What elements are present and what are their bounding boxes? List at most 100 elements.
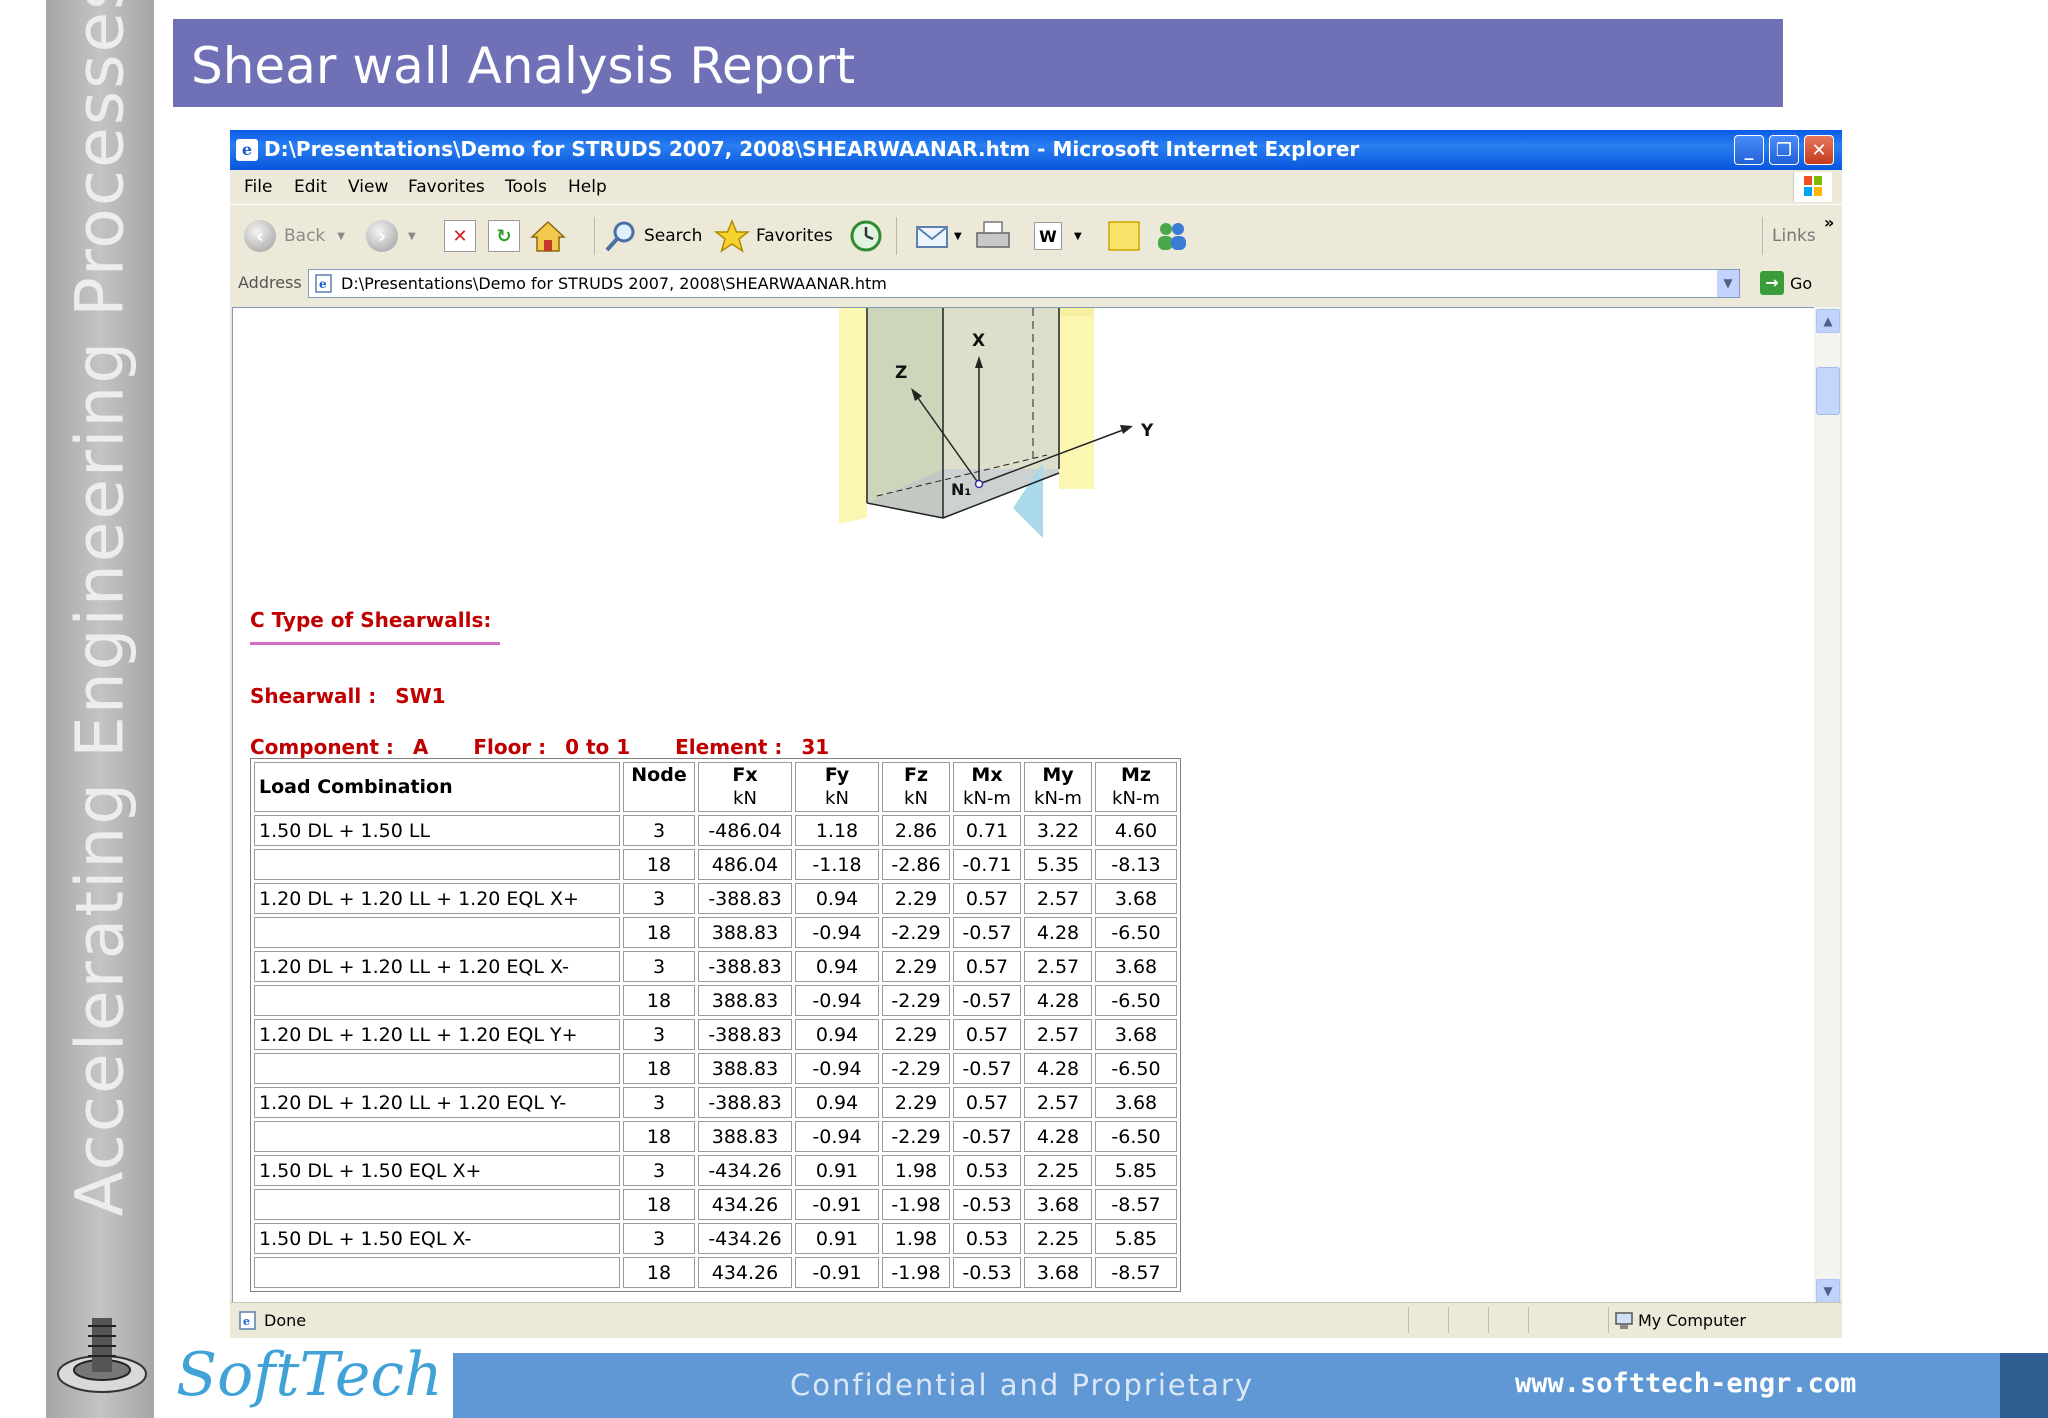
address-label: Address xyxy=(238,273,302,292)
home-button[interactable] xyxy=(530,219,566,253)
refresh-button[interactable]: ↻ xyxy=(488,219,520,253)
table-cell: -0.57 xyxy=(953,985,1021,1016)
table-cell: 1.50 DL + 1.50 EQL X- xyxy=(254,1223,620,1254)
table-cell: -388.83 xyxy=(698,1087,792,1118)
address-input[interactable]: e D:\Presentations\Demo for STRUDS 2007,… xyxy=(308,269,1740,298)
home-icon xyxy=(530,220,566,252)
table-cell: 1.20 DL + 1.20 LL + 1.20 EQL X- xyxy=(254,951,620,982)
shearwall-label: Shearwall : xyxy=(250,684,377,708)
axis-y-label: Y xyxy=(1140,421,1154,441)
axis-z-label: Z xyxy=(895,363,907,383)
table-cell: 0.53 xyxy=(953,1155,1021,1186)
restore-button[interactable]: ❐ xyxy=(1769,135,1799,165)
col-header-my: My kN-m xyxy=(1024,762,1092,812)
table-row: 18 388.83 -0.94 -2.29 -0.57 4.28 -6.50 xyxy=(254,985,1177,1016)
table-cell: 3.68 xyxy=(1095,1087,1177,1118)
col-header-mx-unit: kN-m xyxy=(963,788,1011,809)
table-cell: 0.53 xyxy=(953,1223,1021,1254)
discuss-button[interactable] xyxy=(1106,219,1142,253)
col-header-node-name: Node xyxy=(631,764,687,786)
table-cell: -486.04 xyxy=(698,815,792,846)
menu-file[interactable]: File xyxy=(244,177,272,197)
table-cell: 3 xyxy=(623,951,695,982)
table-cell: 388.83 xyxy=(698,985,792,1016)
mail-icon xyxy=(916,226,948,248)
chevron-right-icon[interactable]: » xyxy=(1824,205,1834,239)
table-cell: -8.13 xyxy=(1095,849,1177,880)
floor-label: Floor : xyxy=(473,735,547,759)
favorites-button[interactable]: Favorites xyxy=(714,219,833,253)
address-dropdown-icon[interactable]: ▼ xyxy=(1717,270,1739,297)
scroll-down-icon[interactable]: ▼ xyxy=(1816,1279,1840,1303)
menu-tools[interactable]: Tools xyxy=(505,177,547,197)
table-cell: -0.94 xyxy=(795,917,879,948)
back-button[interactable]: ‹ Back ▼ xyxy=(244,219,345,253)
col-header-my-name: My xyxy=(1042,764,1074,786)
table-cell: 2.57 xyxy=(1024,1019,1092,1050)
mail-dropdown-icon[interactable]: ▼ xyxy=(954,231,962,242)
table-row: 18 388.83 -0.94 -2.29 -0.57 4.28 -6.50 xyxy=(254,917,1177,948)
print-button[interactable] xyxy=(974,219,1012,253)
table-cell: 388.83 xyxy=(698,1053,792,1084)
table-cell: -0.53 xyxy=(953,1189,1021,1220)
col-header-fy-name: Fy xyxy=(824,764,850,786)
history-button[interactable] xyxy=(848,219,884,253)
table-cell: 5.85 xyxy=(1095,1223,1177,1254)
table-cell: -0.94 xyxy=(795,1053,879,1084)
element-value: 31 xyxy=(801,735,830,759)
history-icon xyxy=(850,220,882,252)
table-cell: -0.57 xyxy=(953,917,1021,948)
table-cell xyxy=(254,1053,620,1084)
vertical-scrollbar[interactable]: ▲ ▼ xyxy=(1814,307,1840,1303)
menu-bar: File Edit View Favorites Tools Help xyxy=(230,170,1842,204)
component-label: Component : xyxy=(250,735,394,759)
edit-dropdown-icon[interactable]: ▼ xyxy=(1074,231,1082,242)
table-cell: 388.83 xyxy=(698,917,792,948)
search-button[interactable]: Search xyxy=(604,219,702,253)
links-label[interactable]: Links xyxy=(1772,219,1816,253)
table-cell xyxy=(254,985,620,1016)
floor-value: 0 to 1 xyxy=(565,735,631,759)
table-cell: 3 xyxy=(623,1155,695,1186)
table-row: 1.50 DL + 1.50 LL 3 -486.04 1.18 2.86 0.71 3.2… xyxy=(254,815,1177,846)
table-cell: -2.29 xyxy=(882,1121,950,1152)
table-cell: -388.83 xyxy=(698,951,792,982)
forward-dropdown-icon[interactable]: ▼ xyxy=(408,231,416,242)
table-cell: 3.68 xyxy=(1024,1257,1092,1288)
menu-edit[interactable]: Edit xyxy=(294,177,327,197)
minimize-button[interactable]: _ xyxy=(1734,135,1764,165)
table-cell: 4.28 xyxy=(1024,985,1092,1016)
scroll-thumb[interactable] xyxy=(1816,367,1840,415)
table-cell: 1.50 DL + 1.50 LL xyxy=(254,815,620,846)
forward-button[interactable]: › ▼ xyxy=(366,219,416,253)
svg-text:e: e xyxy=(319,277,327,291)
messenger-button[interactable] xyxy=(1152,219,1192,253)
table-cell: 5.35 xyxy=(1024,849,1092,880)
mail-button[interactable]: ▼ xyxy=(914,219,962,253)
close-button[interactable]: ✕ xyxy=(1804,135,1834,165)
table-cell: 1.98 xyxy=(882,1155,950,1186)
go-button[interactable]: → Go xyxy=(1760,271,1812,295)
table-cell xyxy=(254,849,620,880)
toolbar-separator xyxy=(594,217,595,255)
back-dropdown-icon[interactable]: ▼ xyxy=(337,231,345,242)
scroll-up-icon[interactable]: ▲ xyxy=(1816,309,1840,333)
table-row: 18 388.83 -0.94 -2.29 -0.57 4.28 -6.50 xyxy=(254,1121,1177,1152)
svg-text:e: e xyxy=(243,1315,250,1328)
menu-view[interactable]: View xyxy=(348,177,388,197)
col-header-fy-unit: kN xyxy=(825,788,849,809)
slide-title-bar: Shear wall Analysis Report xyxy=(173,19,1783,107)
menu-favorites[interactable]: Favorites xyxy=(408,177,485,197)
stop-button[interactable]: ✕ xyxy=(444,219,476,253)
table-cell: -6.50 xyxy=(1095,1053,1177,1084)
table-cell: -388.83 xyxy=(698,883,792,914)
zone-text: My Computer xyxy=(1638,1311,1746,1330)
search-icon xyxy=(605,221,635,252)
edit-word-button[interactable]: W ▼ xyxy=(1034,219,1082,253)
menu-help[interactable]: Help xyxy=(568,177,607,197)
table-row: 1.20 DL + 1.20 LL + 1.20 EQL X- 3 -388.83 0… xyxy=(254,951,1177,982)
col-header-fx: Fx kN xyxy=(698,762,792,812)
table-cell: 3.68 xyxy=(1095,883,1177,914)
table-cell: 18 xyxy=(623,1189,695,1220)
table-cell: 18 xyxy=(623,1053,695,1084)
